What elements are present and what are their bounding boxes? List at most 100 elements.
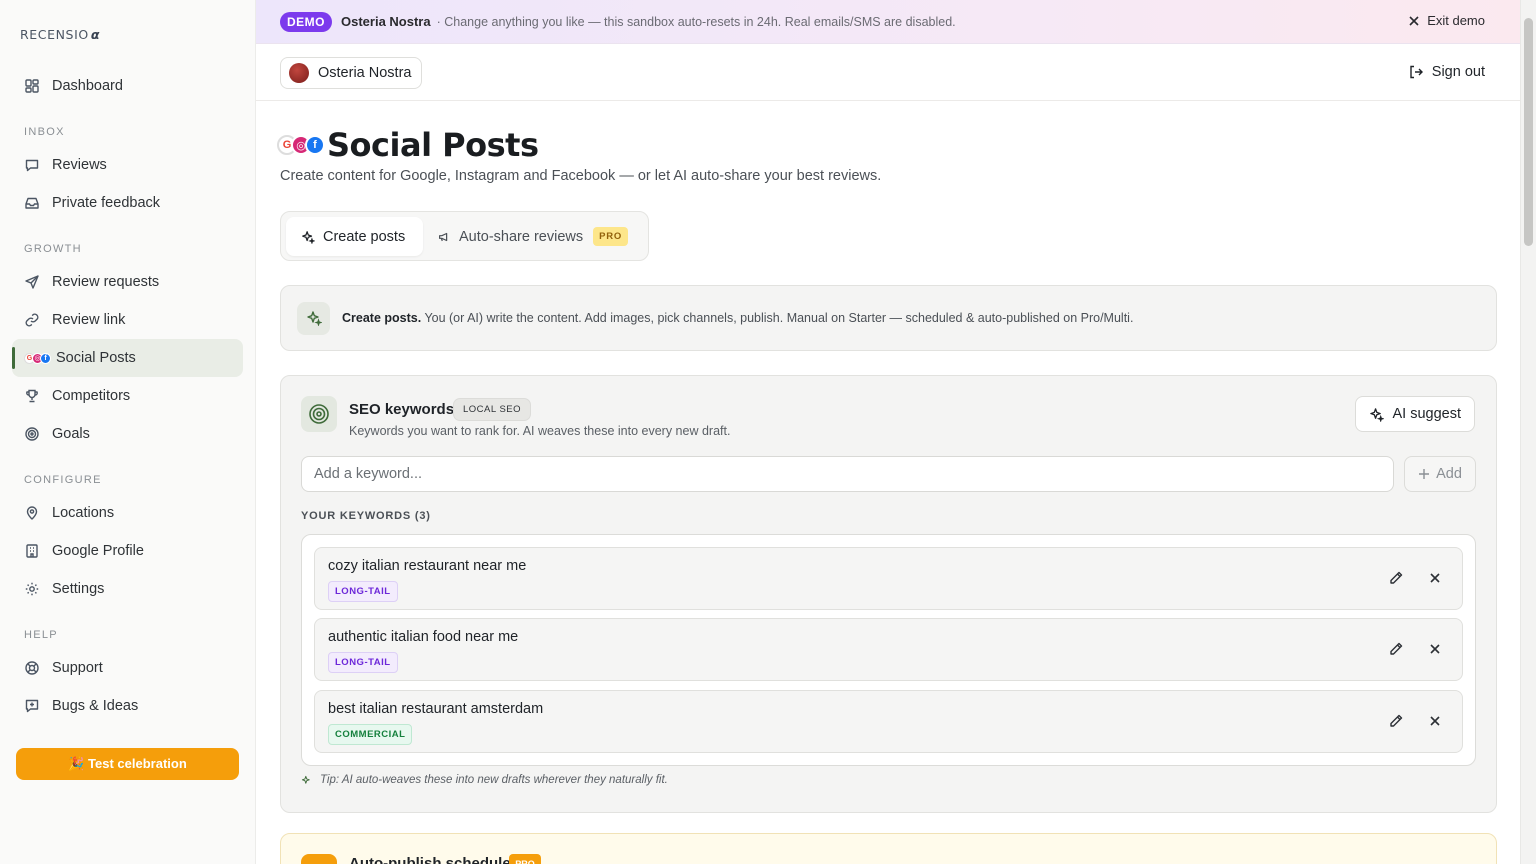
pencil-icon bbox=[1390, 714, 1403, 727]
sidebar-item-social-posts[interactable]: G ◎ f Social Posts bbox=[12, 339, 243, 377]
page-scrollbar[interactable] bbox=[1520, 0, 1536, 864]
sidebar-item-label: Competitors bbox=[52, 388, 131, 404]
inbox-icon bbox=[24, 195, 40, 211]
ai-suggest-label: AI suggest bbox=[1392, 406, 1461, 422]
auto-publish-schedule-card: Auto-publish schedule PRO bbox=[280, 833, 1497, 864]
delete-keyword-button[interactable] bbox=[1426, 640, 1444, 658]
app-logo[interactable]: RECENSIO α bbox=[20, 26, 100, 42]
delete-keyword-button[interactable] bbox=[1426, 712, 1444, 730]
keyword-text: authentic italian food near me bbox=[328, 629, 519, 645]
sidebar-item-support[interactable]: Support bbox=[12, 649, 243, 687]
keywords-list: cozy italian restaurant near me LONG-TAI… bbox=[301, 534, 1476, 766]
keywords-tip: Tip: AI auto-weaves these into new draft… bbox=[301, 774, 668, 786]
delete-keyword-button[interactable] bbox=[1426, 569, 1444, 587]
close-icon bbox=[1430, 573, 1440, 583]
keywords-list-label: YOUR KEYWORDS (3) bbox=[301, 510, 431, 522]
keyword-text: cozy italian restaurant near me bbox=[328, 558, 527, 574]
section-label-growth: GROWTH bbox=[24, 243, 82, 255]
sidebar-item-locations[interactable]: Locations bbox=[12, 494, 243, 532]
auto-publish-title: Auto-publish schedule bbox=[349, 855, 511, 864]
sidebar-item-goals[interactable]: Goals bbox=[12, 415, 243, 453]
edit-keyword-button[interactable] bbox=[1386, 711, 1406, 731]
facebook-icon: f bbox=[40, 352, 51, 364]
sidebar-item-label: Review link bbox=[52, 312, 126, 328]
sparkles-icon bbox=[1370, 407, 1385, 422]
gear-icon bbox=[24, 581, 40, 597]
pro-badge: PRO bbox=[509, 854, 541, 864]
plus-icon bbox=[1419, 469, 1430, 479]
sidebar-item-label: Dashboard bbox=[52, 78, 123, 94]
message-plus-icon bbox=[24, 698, 40, 714]
info-box: Create posts. You (or AI) write the cont… bbox=[280, 285, 1497, 351]
exit-demo-label: Exit demo bbox=[1427, 13, 1485, 28]
sidebar-item-label: Google Profile bbox=[52, 543, 144, 559]
close-icon bbox=[1409, 15, 1419, 26]
tab-label: Auto-share reviews bbox=[459, 228, 584, 245]
tab-create-posts[interactable]: Create posts bbox=[286, 217, 423, 256]
sidebar-item-label: Review requests bbox=[52, 274, 160, 290]
sidebar-item-google-profile[interactable]: Google Profile bbox=[12, 532, 243, 570]
log-out-icon bbox=[1410, 65, 1423, 79]
add-label: Add bbox=[1436, 466, 1462, 482]
sidebar-item-bugs-ideas[interactable]: Bugs & Ideas bbox=[12, 687, 243, 725]
pro-badge: PRO bbox=[593, 227, 629, 246]
tab-auto-share-reviews[interactable]: Auto-share reviews PRO bbox=[437, 217, 629, 256]
banner-message: · Change anything you like — this sandbo… bbox=[436, 14, 956, 29]
social-icons: G ◎ f bbox=[24, 352, 51, 364]
test-celebration-button[interactable]: 🎉 Test celebration bbox=[16, 748, 239, 780]
demo-banner: DEMO Osteria Nostra · Change anything yo… bbox=[256, 0, 1520, 44]
edit-keyword-button[interactable] bbox=[1386, 639, 1406, 659]
edit-keyword-button[interactable] bbox=[1386, 568, 1406, 588]
keyword-input[interactable] bbox=[301, 456, 1394, 492]
tip-text: Tip: AI auto-weaves these into new draft… bbox=[320, 774, 668, 786]
location-avatar bbox=[289, 63, 309, 83]
target-icon bbox=[24, 426, 40, 442]
page-title: Social Posts bbox=[327, 126, 539, 164]
sign-out-button[interactable]: Sign out bbox=[1408, 64, 1485, 80]
sidebar-item-competitors[interactable]: Competitors bbox=[12, 377, 243, 415]
map-pin-icon bbox=[24, 505, 40, 521]
pencil-icon bbox=[1390, 642, 1403, 655]
sidebar-item-review-link[interactable]: Review link bbox=[12, 301, 243, 339]
sidebar-item-label: Private feedback bbox=[52, 195, 161, 211]
ai-suggest-button[interactable]: AI suggest bbox=[1355, 396, 1475, 432]
keyword-tag: COMMERCIAL bbox=[328, 724, 413, 745]
page-header: G ◎ f Social Posts bbox=[277, 126, 539, 164]
sparkles-icon bbox=[302, 230, 315, 244]
sidebar-item-settings[interactable]: Settings bbox=[12, 570, 243, 608]
logo-mark: α bbox=[90, 26, 101, 42]
tab-bar: Create posts Auto-share reviews PRO bbox=[280, 211, 649, 261]
message-icon bbox=[24, 157, 40, 173]
sidebar-item-private-feedback[interactable]: Private feedback bbox=[12, 184, 243, 222]
send-icon bbox=[24, 274, 40, 290]
location-name: Osteria Nostra bbox=[318, 65, 412, 81]
sidebar-item-reviews[interactable]: Reviews bbox=[12, 146, 243, 184]
sidebar-item-label: Social Posts bbox=[56, 350, 136, 366]
section-label-help: HELP bbox=[24, 629, 58, 641]
lifebuoy-icon bbox=[24, 660, 40, 676]
info-body: You (or AI) write the content. Add image… bbox=[421, 311, 1134, 325]
sidebar-item-label: Reviews bbox=[52, 157, 107, 173]
close-icon bbox=[1430, 644, 1440, 654]
logo-text: RECENSIO bbox=[20, 26, 89, 42]
local-seo-badge: LOCAL SEO bbox=[453, 398, 532, 421]
target-icon bbox=[301, 396, 337, 432]
building-icon bbox=[24, 543, 40, 559]
seo-title: SEO keywords bbox=[349, 401, 455, 418]
info-text: Create posts. You (or AI) write the cont… bbox=[342, 311, 1133, 325]
banner-business-name: Osteria Nostra bbox=[341, 14, 431, 29]
sidebar-item-review-requests[interactable]: Review requests bbox=[12, 263, 243, 301]
sidebar-item-dashboard[interactable]: Dashboard bbox=[12, 67, 243, 105]
keyword-tag: LONG-TAIL bbox=[328, 581, 398, 602]
social-icons: G ◎ f bbox=[277, 135, 325, 155]
sidebar-item-label: Locations bbox=[52, 505, 115, 521]
exit-demo-button[interactable]: Exit demo bbox=[1408, 13, 1485, 28]
location-switcher[interactable]: Osteria Nostra bbox=[280, 57, 423, 89]
facebook-icon: f bbox=[305, 135, 325, 155]
sidebar-item-label: Goals bbox=[52, 426, 90, 442]
megaphone-icon bbox=[439, 232, 448, 241]
sidebar-item-label: Support bbox=[52, 660, 103, 676]
add-keyword-button[interactable]: Add bbox=[1404, 456, 1476, 492]
sidebar-item-label: Settings bbox=[52, 581, 105, 597]
scrollbar-thumb[interactable] bbox=[1524, 18, 1533, 246]
